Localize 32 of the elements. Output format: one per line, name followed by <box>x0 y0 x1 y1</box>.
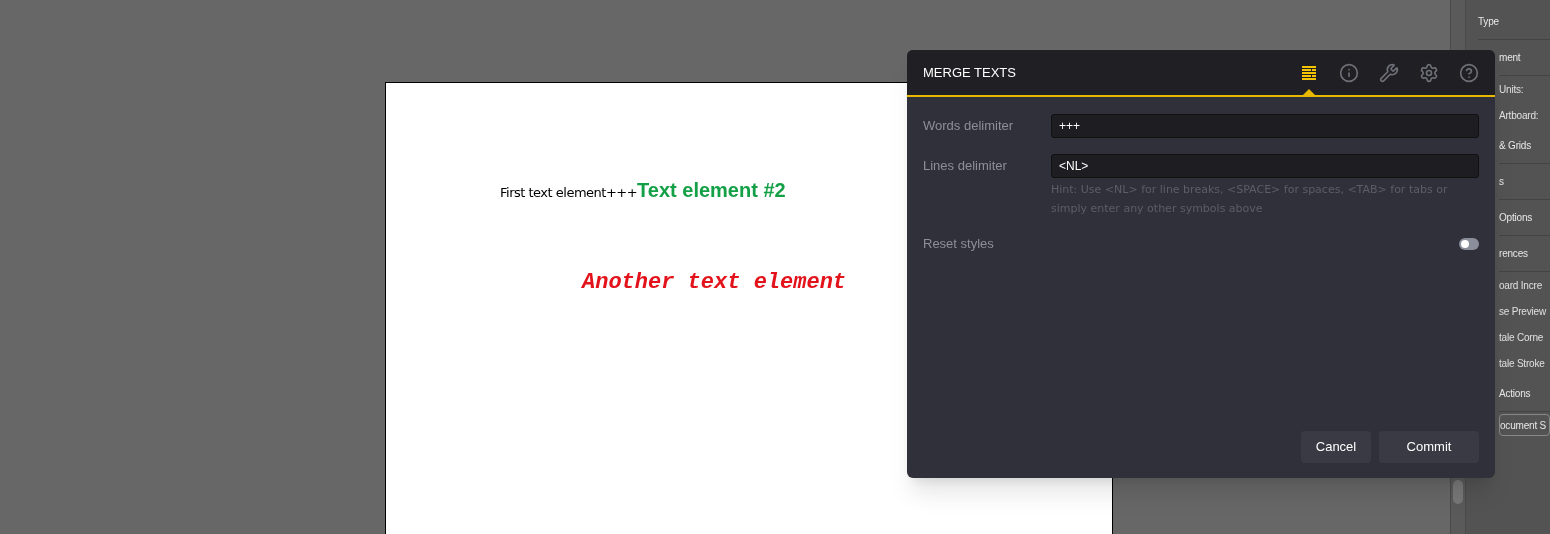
panel-label: ment <box>1499 40 1550 76</box>
panel-label: tale Stroke <box>1499 356 1546 371</box>
settings-icon <box>1419 62 1439 83</box>
panel-label: Artboard: <box>1499 108 1540 123</box>
panel-label: rences <box>1499 236 1550 272</box>
toggle-label: Reset styles <box>923 235 994 253</box>
panel-label: s <box>1499 164 1550 200</box>
panel-label: Units: <box>1499 82 1525 97</box>
text-field[interactable]: <NL> <box>1051 154 1479 178</box>
help-icon <box>1459 62 1479 83</box>
panel-label: Options <box>1499 200 1550 236</box>
canvas-text: First text element+++ <box>500 185 638 202</box>
scroll-thumb[interactable] <box>1453 480 1463 504</box>
panel-label: oard Incre <box>1499 278 1544 293</box>
panel-label: se Preview <box>1499 304 1547 319</box>
commit-button[interactable]: Commit <box>1379 431 1479 463</box>
text-lines-icon <box>1301 64 1317 81</box>
dialog-title: MERGE TEXTS <box>923 63 1016 82</box>
toggle-switch[interactable] <box>1459 237 1479 250</box>
canvas-text: Text element #2 <box>637 178 786 203</box>
panel-label: tale Corne <box>1499 330 1545 345</box>
wrench-icon <box>1379 62 1399 83</box>
field-label: Lines delimiter <box>923 157 1008 176</box>
panel-label: Actions <box>1499 376 1550 412</box>
panel-label: Type <box>1478 4 1550 40</box>
text-field[interactable]: +++ <box>1051 114 1479 138</box>
panel-button[interactable]: ocument S <box>1499 414 1550 436</box>
cancel-button[interactable]: Cancel <box>1301 431 1371 463</box>
panel-label: & Grids <box>1499 128 1550 164</box>
info-icon <box>1339 62 1359 83</box>
field-label: Words delimiter <box>923 117 1015 136</box>
canvas-text: Another text element <box>582 270 847 295</box>
